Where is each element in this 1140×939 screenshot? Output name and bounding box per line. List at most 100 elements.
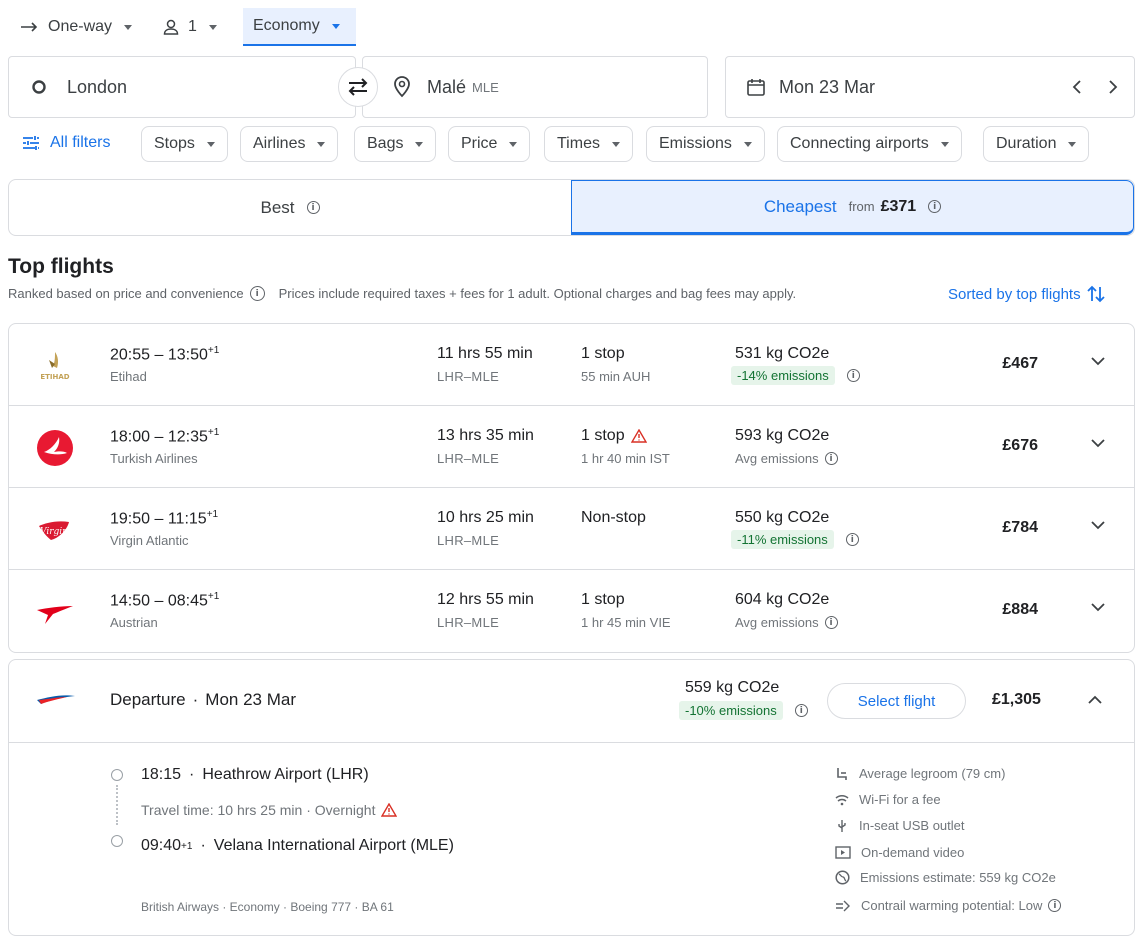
date-field[interactable]: Mon 23 Mar: [725, 56, 1135, 118]
all-filters-button[interactable]: All filters: [22, 134, 110, 152]
plus-days: +1: [206, 509, 219, 520]
flight-price: £884: [1002, 601, 1038, 618]
usb-icon: [838, 819, 846, 832]
time-range: 20:55 – 13:50: [110, 346, 208, 364]
amenity-text: Wi-Fi for a fee: [859, 792, 941, 807]
date-value: Mon 23 Mar: [779, 76, 876, 97]
emissions-badge: -11% emissions: [731, 530, 834, 549]
filter-chip-times[interactable]: Times: [544, 126, 633, 162]
airline-name: Austrian: [110, 615, 158, 630]
flight-row[interactable]: ETIHAD 20:55 – 13:50+1 Etihad 11 hrs 55 …: [9, 324, 1134, 406]
chevron-down-icon: [1068, 141, 1077, 147]
chevron-left-icon: [1072, 80, 1081, 94]
passengers-count: 1: [188, 18, 197, 35]
sort-tabs: Best i Cheapest from £371 i: [8, 179, 1135, 236]
flight-times: 19:50 – 11:15+1: [110, 509, 218, 528]
next-date-button[interactable]: [1108, 79, 1118, 100]
info-icon[interactable]: i: [1048, 899, 1062, 912]
flight-price: £676: [1002, 437, 1038, 454]
info-icon[interactable]: i: [928, 200, 942, 213]
cabin-class-label: Economy: [253, 17, 320, 34]
filter-chip-bags[interactable]: Bags: [354, 126, 437, 162]
time-range: 18:00 – 12:35: [110, 428, 208, 446]
filter-chip-stops[interactable]: Stops: [141, 126, 228, 162]
chip-label: Price: [461, 135, 498, 152]
amenity-text: Contrail warming potential: Low: [861, 898, 1043, 913]
trip-type-select[interactable]: One-way: [10, 8, 142, 46]
flight-stops: 1 stop: [581, 427, 647, 445]
amenity-text: Emissions estimate: 559 kg CO2e: [860, 870, 1056, 885]
origin-field[interactable]: London: [8, 56, 356, 118]
flight-duration: 10 hrs 25 min: [437, 509, 534, 526]
chip-label: Duration: [996, 135, 1057, 152]
filter-chip-airlines[interactable]: Airlines: [240, 126, 339, 162]
location-pin-icon: [394, 76, 410, 98]
timeline-line: [116, 785, 118, 825]
filter-chip-duration[interactable]: Duration: [983, 126, 1090, 162]
chevron-right-icon: [1109, 80, 1118, 94]
austrian-logo-icon: [37, 606, 73, 624]
passengers-select[interactable]: 1: [152, 8, 227, 46]
chevron-up-icon[interactable]: [1087, 695, 1103, 705]
info-icon[interactable]: i: [249, 286, 265, 301]
destination-field[interactable]: Malé MLE: [362, 56, 708, 118]
time-range: 14:50 – 08:45: [110, 592, 208, 610]
co2-value: 559 kg CO2e: [685, 679, 780, 696]
emissions-badge: -14% emissions: [731, 366, 835, 385]
chevron-down-icon[interactable]: [1090, 520, 1106, 530]
tab-cheapest[interactable]: Cheapest from £371 i: [571, 180, 1134, 235]
amenity-item: Emissions estimate: 559 kg CO2e: [835, 870, 1056, 885]
stops-label: 1 stop: [581, 427, 625, 444]
info-icon[interactable]: i: [845, 533, 859, 546]
wifi-icon: [835, 794, 849, 805]
chevron-down-icon[interactable]: [1090, 438, 1106, 448]
amenity-item: On-demand video: [835, 845, 964, 860]
flight-stops: 1 stop: [581, 345, 625, 363]
cabin-class-select[interactable]: Economy: [243, 8, 356, 46]
tab-cheapest-price: £371: [880, 197, 917, 215]
flight-info: British Airways · Economy · Boeing 777 ·…: [141, 900, 394, 914]
airline-name: Etihad: [110, 369, 147, 384]
amenity-text: In-seat USB outlet: [859, 818, 965, 833]
results-title: Top flights: [8, 255, 114, 278]
amenity-item: Contrail warming potential: Low i: [835, 898, 1062, 913]
flight-row[interactable]: 14:50 – 08:45+1 Austrian 12 hrs 55 min L…: [9, 570, 1134, 652]
filter-chip-connecting-airports[interactable]: Connecting airports: [777, 126, 962, 162]
tab-cheapest-label: Cheapest: [763, 196, 837, 216]
departure-airport: Heathrow Airport (LHR): [202, 766, 369, 783]
previous-date-button[interactable]: [1072, 79, 1082, 100]
sort-button[interactable]: Sorted by top flights: [948, 284, 1105, 304]
co2-value: 604 kg CO2e: [735, 591, 830, 608]
emissions-row: -10% emissions i: [679, 701, 808, 720]
info-icon[interactable]: i: [824, 616, 838, 629]
chevron-down-icon[interactable]: [1090, 602, 1106, 612]
info-icon[interactable]: i: [846, 369, 860, 382]
tab-best[interactable]: Best i: [9, 180, 571, 235]
flight-price: £784: [1002, 519, 1038, 536]
flight-row[interactable]: Virgin 19:50 – 11:15+1 Virgin Atlantic 1…: [9, 488, 1134, 570]
chevron-down-icon: [940, 141, 949, 147]
filter-chip-emissions[interactable]: Emissions: [646, 126, 765, 162]
flight-stops: Non-stop: [581, 509, 646, 527]
calendar-icon: [747, 79, 765, 96]
flight-route: LHR–MLE: [437, 451, 500, 466]
info-icon[interactable]: i: [306, 201, 320, 214]
chevron-down-icon: [611, 141, 620, 147]
filter-chip-price[interactable]: Price: [448, 126, 531, 162]
sort-icon: [1086, 285, 1105, 303]
chevron-down-icon: [124, 24, 133, 30]
info-icon[interactable]: i: [794, 704, 808, 717]
info-icon[interactable]: i: [824, 452, 838, 465]
expanded-header[interactable]: Departure · Mon 23 Mar 559 kg CO2e -10% …: [9, 660, 1134, 743]
emissions-row: -11% emissions i: [731, 530, 859, 549]
swap-button[interactable]: [338, 67, 378, 107]
chevron-down-icon[interactable]: [1090, 356, 1106, 366]
arrival-airport: Velana International Airport (MLE): [213, 837, 454, 854]
departure-time: 18:15: [141, 766, 182, 783]
warning-icon: [630, 429, 647, 443]
chevron-down-icon: [317, 141, 326, 147]
select-flight-button[interactable]: Select flight: [827, 683, 966, 719]
amenity-text: On-demand video: [861, 845, 965, 860]
flight-route: LHR–MLE: [437, 533, 500, 548]
flight-row[interactable]: 18:00 – 12:35+1 Turkish Airlines 13 hrs …: [9, 406, 1134, 488]
